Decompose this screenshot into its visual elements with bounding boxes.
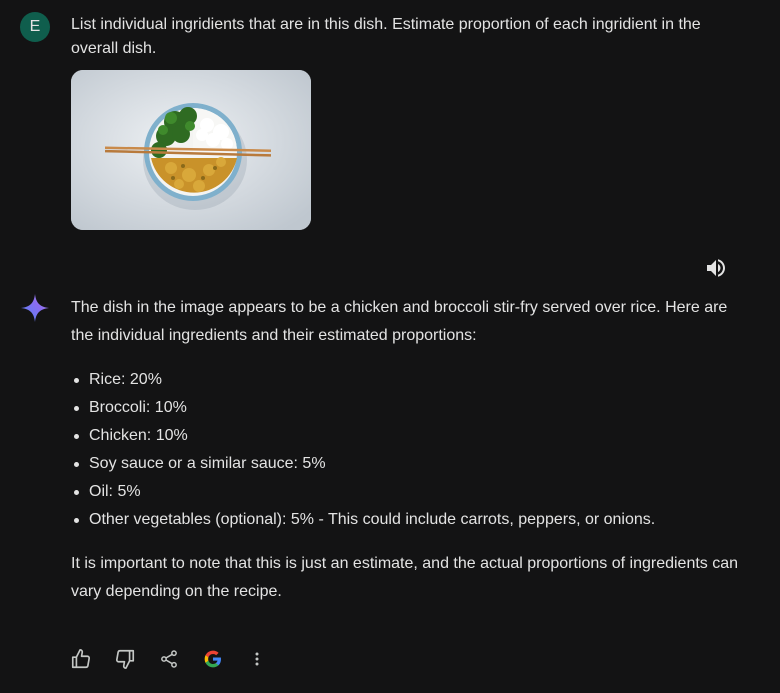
user-avatar: E [20,12,50,42]
rice-bowl-image [71,70,311,230]
list-item: Chicken: 10% [71,422,751,450]
share-button[interactable] [154,644,184,674]
list-item: Soy sauce or a similar sauce: 5% [71,450,751,478]
read-aloud-speaker-icon[interactable] [704,256,728,280]
ingredient-list: Rice: 20% Broccoli: 10% Chicken: 10% Soy… [71,366,751,534]
share-icon [161,650,177,668]
user-prompt: List individual ingridients that are in … [71,16,701,57]
double-check-button[interactable] [198,644,228,674]
response-outro: It is important to note that this is jus… [71,555,739,600]
thumbs-up-icon [71,649,91,669]
more-options-button[interactable] [242,644,272,674]
thumbs-down-button[interactable] [110,644,140,674]
list-item: Oil: 5% [71,478,751,506]
more-vert-icon [255,652,259,666]
chat-page: E List individual ingridients that are i… [0,0,780,693]
response-actions [66,644,272,674]
list-item: Other vegetables (optional): 5% - This c… [71,506,751,534]
thumbs-up-button[interactable] [66,644,96,674]
gemini-spark-icon [21,294,49,322]
dish-photo[interactable] [71,70,311,230]
google-g-icon [204,650,221,668]
list-item: Rice: 20% [71,366,751,394]
response-intro: The dish in the image appears to be a ch… [71,299,728,344]
list-item: Broccoli: 10% [71,394,751,422]
thumbs-down-icon [115,649,135,669]
model-response: The dish in the image appears to be a ch… [71,294,751,606]
